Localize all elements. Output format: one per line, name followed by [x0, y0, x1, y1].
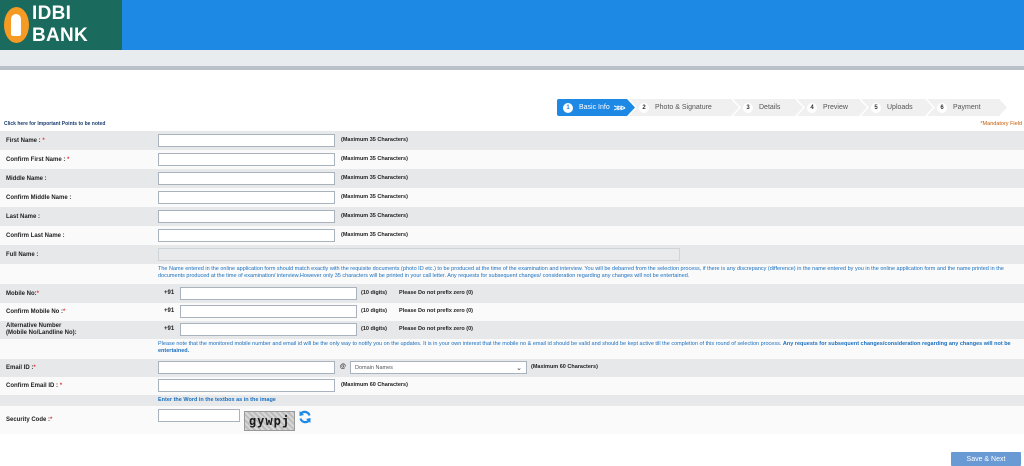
- email-label: Email ID :*: [6, 365, 36, 371]
- middle-name-hint: (Maximum 35 Characters): [341, 175, 408, 181]
- mobile-label: Mobile No:*: [6, 291, 40, 297]
- row-email: Email ID :* @ Domain Names ⌄ (Maximum 60…: [0, 359, 1024, 377]
- captcha-instruction: Enter the Word in the textbox as in the …: [158, 397, 276, 403]
- contact-note: Please note that the monitored mobile nu…: [158, 341, 1011, 355]
- step-label: Details: [759, 104, 781, 111]
- step-uploads[interactable]: 5 Uploads: [861, 99, 933, 116]
- alt-number-prefix: +91: [164, 326, 175, 332]
- last-name-hint: (Maximum 35 Characters): [341, 213, 408, 219]
- divider: [0, 66, 1024, 70]
- mobile-prefix: +91: [164, 290, 175, 296]
- confirm-mobile-digits-hint: (10 digits): [361, 308, 387, 314]
- row-confirm-email: Confirm Email ID : * (Maximum 60 Charact…: [0, 377, 1024, 395]
- step-number: 2: [639, 103, 649, 113]
- confirm-middle-name-hint: (Maximum 35 Characters): [341, 194, 408, 200]
- bank-logo: IDBI BANK: [0, 0, 122, 50]
- refresh-icon[interactable]: [298, 410, 312, 424]
- row-confirm-middle-name: Confirm Middle Name : (Maximum 35 Charac…: [0, 188, 1024, 207]
- last-name-label: Last Name :: [6, 214, 41, 220]
- row-contact-note: Please note that the monitored mobile nu…: [0, 339, 1024, 359]
- first-name-label: First Name : *: [6, 138, 45, 144]
- row-alt-number: Alternative Number (Mobile No/Landline No…: [0, 321, 1024, 339]
- step-label: Photo & Signature: [655, 104, 712, 111]
- step-number: 5: [871, 103, 881, 113]
- row-middle-name: Middle Name : (Maximum 35 Characters): [0, 169, 1024, 188]
- step-label: Uploads: [887, 104, 913, 111]
- at-sign: @: [340, 364, 346, 370]
- confirm-mobile-input[interactable]: [180, 305, 357, 318]
- alt-number-input[interactable]: [180, 323, 357, 336]
- security-code-label: Security Code :*: [6, 417, 53, 423]
- confirm-email-hint: (Maximum 60 Characters): [341, 382, 408, 388]
- mobile-digits-hint: (10 digits): [361, 290, 387, 296]
- step-photo-signature[interactable]: 2 Photo & Signature: [629, 99, 739, 116]
- step-details[interactable]: 3 Details: [733, 99, 803, 116]
- step-payment[interactable]: 6 Payment: [927, 99, 1007, 116]
- chevrons-icon: >>>: [613, 102, 624, 113]
- row-full-name: Full Name :: [0, 245, 1024, 264]
- row-mobile: Mobile No:* +91 (10 digits) Please Do no…: [0, 284, 1024, 303]
- confirm-middle-name-input[interactable]: [158, 191, 335, 204]
- confirm-first-name-hint: (Maximum 35 Characters): [341, 156, 408, 162]
- row-confirm-first-name: Confirm First Name : * (Maximum 35 Chara…: [0, 150, 1024, 169]
- row-security-code: Security Code :*: [0, 406, 1024, 434]
- step-label: Preview: [823, 104, 848, 111]
- mobile-input[interactable]: [180, 287, 357, 300]
- mandatory-note: *Mandatory Field: [980, 121, 1022, 127]
- first-name-input[interactable]: [158, 134, 335, 147]
- step-basic-info[interactable]: 1 Basic Info >>>: [557, 99, 635, 116]
- row-confirm-mobile: Confirm Mobile No :* +91 (10 digits) Ple…: [0, 303, 1024, 321]
- row-first-name: First Name : * (Maximum 35 Characters): [0, 131, 1024, 150]
- domain-select-value: Domain Names: [355, 364, 393, 371]
- step-preview[interactable]: 4 Preview: [797, 99, 867, 116]
- confirm-mobile-label: Confirm Mobile No :*: [6, 309, 66, 315]
- step-number: 6: [937, 103, 947, 113]
- row-captcha-instruction: Enter the Word in the textbox as in the …: [0, 395, 1024, 406]
- email-hint: (Maximum 60 Characters): [531, 364, 598, 370]
- bank-name: IDBI BANK: [31, 3, 89, 46]
- row-name-note: The Name entered in the online applicati…: [0, 264, 1024, 284]
- confirm-email-label: Confirm Email ID : *: [6, 383, 63, 389]
- step-number: 3: [743, 103, 753, 113]
- alt-number-label: Alternative Number (Mobile No/Landline No…: [6, 323, 77, 337]
- alt-number-digits-hint: (10 digits): [361, 326, 387, 332]
- mobile-zero-hint: Please Do not prefix zero (0): [399, 290, 473, 296]
- last-name-input[interactable]: [158, 210, 335, 223]
- row-confirm-last-name: Confirm Last Name : (Maximum 35 Characte…: [0, 226, 1024, 245]
- chevron-down-icon: ⌄: [516, 365, 522, 372]
- confirm-last-name-input[interactable]: [158, 229, 335, 242]
- step-label: Basic Info: [579, 104, 610, 111]
- step-label: Payment: [953, 104, 981, 111]
- site-header: IDBI BANK: [0, 0, 1024, 50]
- security-code-input[interactable]: [158, 409, 240, 422]
- important-points-link[interactable]: Click here for Important Points to be no…: [4, 121, 105, 127]
- step-number: 4: [807, 103, 817, 113]
- confirm-first-name-label: Confirm First Name : *: [6, 157, 70, 163]
- confirm-email-input[interactable]: [158, 379, 335, 392]
- name-note: The Name entered in the online applicati…: [158, 266, 1004, 280]
- full-name-display: [158, 248, 680, 261]
- middle-name-input[interactable]: [158, 172, 335, 185]
- save-next-button[interactable]: Save & Next: [951, 452, 1021, 466]
- middle-name-label: Middle Name :: [6, 176, 47, 182]
- confirm-mobile-prefix: +91: [164, 308, 175, 314]
- alt-number-zero-hint: Please Do not prefix zero (0): [399, 326, 473, 332]
- confirm-first-name-input[interactable]: [158, 153, 335, 166]
- confirm-last-name-label: Confirm Last Name :: [6, 233, 65, 239]
- captcha-image: gywpj: [244, 411, 295, 431]
- full-name-label: Full Name :: [6, 252, 39, 258]
- email-input[interactable]: [158, 361, 335, 374]
- confirm-mobile-zero-hint: Please Do not prefix zero (0): [399, 308, 473, 314]
- confirm-last-name-hint: (Maximum 35 Characters): [341, 232, 408, 238]
- nav-band: [0, 50, 1024, 66]
- row-last-name: Last Name : (Maximum 35 Characters): [0, 207, 1024, 226]
- domain-select[interactable]: Domain Names ⌄: [350, 361, 527, 374]
- logo-emblem-icon: [4, 7, 29, 43]
- progress-steps: 1 Basic Info >>> 2 Photo & Signature 3 D…: [557, 99, 1019, 116]
- step-number: 1: [563, 103, 573, 113]
- first-name-hint: (Maximum 35 Characters): [341, 137, 408, 143]
- confirm-middle-name-label: Confirm Middle Name :: [6, 195, 72, 201]
